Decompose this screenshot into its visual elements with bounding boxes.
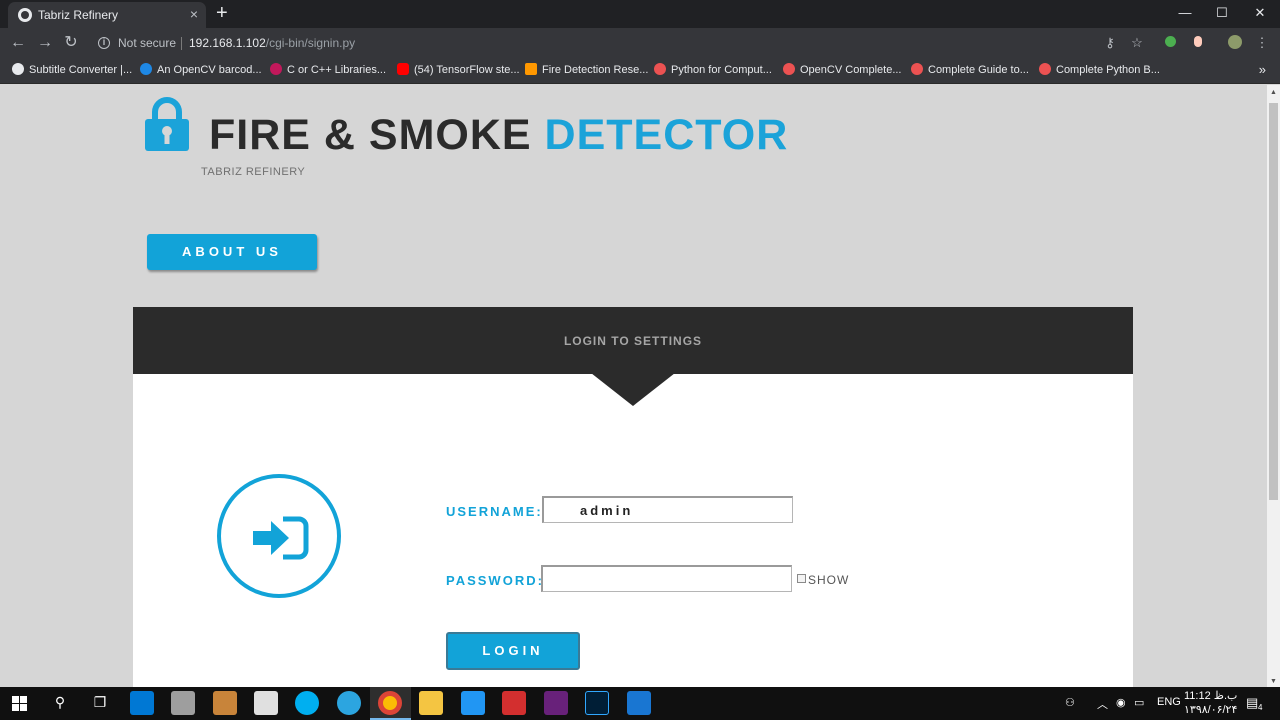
battery-icon[interactable]: ▭	[1134, 696, 1144, 709]
bookmark-item[interactable]: Complete Python B...	[1039, 63, 1160, 79]
bookmarks-bar: Subtitle Converter |... An OpenCV barcod…	[0, 58, 1280, 84]
scroll-down-arrow[interactable]: ▼	[1269, 678, 1278, 685]
udemy-icon	[654, 63, 666, 75]
title-accent: DETECTOR	[544, 111, 789, 159]
bookmark-item[interactable]: Subtitle Converter |...	[12, 63, 132, 79]
chevron-up-icon[interactable]: ︿	[1097, 696, 1108, 712]
mail-icon[interactable]	[254, 691, 278, 715]
url-path: /cgi-bin/signin.py	[265, 36, 356, 50]
browser-tab-strip: Tabriz Refinery × + — ☐ ✕	[0, 0, 1280, 28]
p-icon	[140, 63, 152, 75]
app-icon[interactable]	[213, 691, 237, 715]
search-icon[interactable]: ⚲	[48, 694, 72, 711]
extension-icon[interactable]	[1162, 35, 1178, 50]
telegram-icon[interactable]	[337, 691, 361, 715]
username-label: USERNAME:	[446, 504, 543, 519]
windows-start-icon[interactable]	[12, 696, 27, 711]
login-panel-header: LOGIN TO SETTINGS	[133, 307, 1133, 374]
password-input[interactable]	[541, 565, 792, 592]
udemy-icon	[1039, 63, 1051, 75]
globe-icon	[18, 8, 32, 22]
language-indicator[interactable]: ENG	[1157, 696, 1181, 708]
maximize-button[interactable]: ☐	[1212, 5, 1232, 21]
udemy-icon	[783, 63, 795, 75]
skype-icon[interactable]	[295, 691, 319, 715]
panel-pointer	[591, 373, 675, 406]
info-icon[interactable]: i	[98, 37, 110, 49]
bookmarks-overflow-button[interactable]: »	[1259, 62, 1266, 77]
sign-in-icon	[253, 516, 309, 560]
url-divider	[181, 37, 182, 50]
app-icon[interactable]	[171, 691, 195, 715]
new-tab-button[interactable]: +	[216, 3, 228, 23]
address-bar[interactable]: 192.168.1.102/cgi-bin/signin.py	[189, 36, 355, 50]
file-explorer-icon[interactable]	[419, 691, 443, 715]
extension-icon[interactable]	[1190, 35, 1206, 50]
browser-tab[interactable]: Tabriz Refinery ×	[8, 2, 206, 28]
close-window-button[interactable]: ✕	[1250, 5, 1270, 21]
notification-count: 4	[1258, 703, 1263, 712]
bookmark-item[interactable]: Python for Comput...	[654, 63, 772, 79]
udemy-icon	[911, 63, 923, 75]
chrome-taskbar-item[interactable]	[370, 687, 411, 720]
browser-toolbar: ← → ↻ i Not secure 192.168.1.102/cgi-bin…	[0, 28, 1280, 58]
back-icon[interactable]: ←	[9, 33, 27, 53]
page-title: FIRE & SMOKE DETECTOR	[209, 111, 789, 159]
login-panel-title: LOGIN TO SETTINGS	[563, 334, 703, 348]
windows-taskbar: ⚲ ❐ ⚇ ︿ ◉ ▭ ENG 11:12 ب.ظ ۱۳۹۸/۰۶/۲۴ ▤ 4	[0, 687, 1280, 720]
forward-icon[interactable]: →	[36, 33, 54, 53]
tab-close-button[interactable]: ×	[190, 6, 198, 22]
sign-in-badge	[217, 474, 341, 598]
raspberry-icon	[270, 63, 282, 75]
show-password-checkbox[interactable]	[797, 574, 806, 583]
tray-app-icon[interactable]: ◉	[1116, 696, 1126, 709]
bookmark-item[interactable]: C or C++ Libraries...	[270, 63, 386, 79]
about-us-button[interactable]: ABOUT US	[147, 234, 317, 270]
task-view-icon[interactable]: ❐	[88, 694, 112, 711]
store-icon[interactable]	[130, 691, 154, 715]
scroll-up-arrow[interactable]: ▲	[1269, 89, 1278, 96]
tab-title: Tabriz Refinery	[38, 8, 119, 22]
scroll-thumb[interactable]	[1269, 103, 1278, 500]
profile-avatar[interactable]	[1227, 35, 1243, 52]
clock-date: ۱۳۹۸/۰۶/۲۴	[1184, 704, 1238, 716]
media-player-icon[interactable]	[461, 691, 485, 715]
login-button[interactable]: LOGIN	[446, 632, 580, 670]
visual-studio-icon[interactable]	[544, 691, 568, 715]
chrome-icon	[378, 691, 402, 715]
bookmark-item[interactable]: An OpenCV barcod...	[140, 63, 262, 79]
app-icon[interactable]	[627, 691, 651, 715]
username-input[interactable]	[542, 496, 793, 523]
url-host: 192.168.1.102	[189, 36, 266, 50]
bookmark-item[interactable]: OpenCV Complete...	[783, 63, 902, 79]
notifications-icon[interactable]: ▤	[1246, 695, 1258, 711]
bookmark-item[interactable]: Complete Guide to...	[911, 63, 1029, 79]
page-scrollbar[interactable]: ▲ ▼	[1267, 85, 1280, 687]
password-label: PASSWORD:	[446, 573, 544, 588]
system-clock[interactable]: 11:12 ب.ظ ۱۳۹۸/۰۶/۲۴	[1184, 689, 1237, 717]
star-icon[interactable]: ☆	[1129, 35, 1145, 51]
key-icon[interactable]: ⚷	[1102, 35, 1118, 51]
lock-icon	[145, 97, 189, 151]
bookmark-item[interactable]: (54) TensorFlow ste...	[397, 63, 520, 79]
bookmark-item[interactable]: Fire Detection Rese...	[525, 63, 648, 79]
people-icon[interactable]: ⚇	[1065, 696, 1075, 709]
security-indicator[interactable]: Not secure	[118, 36, 176, 50]
page-viewport: FIRE & SMOKE DETECTOR TABRIZ REFINERY AB…	[0, 85, 1267, 687]
show-password-label[interactable]: SHOW	[808, 573, 849, 587]
minimize-button[interactable]: —	[1175, 5, 1195, 20]
photoshop-icon[interactable]	[585, 691, 609, 715]
menu-icon[interactable]: ⋮	[1254, 35, 1270, 51]
clock-time: 11:12 ب.ظ	[1184, 690, 1238, 702]
reload-icon[interactable]: ↻	[62, 33, 80, 53]
fire-icon	[525, 63, 537, 75]
page-subtitle: TABRIZ REFINERY	[201, 166, 306, 178]
youtube-icon	[397, 63, 409, 75]
globe-icon	[12, 63, 24, 75]
acrobat-icon[interactable]	[502, 691, 526, 715]
